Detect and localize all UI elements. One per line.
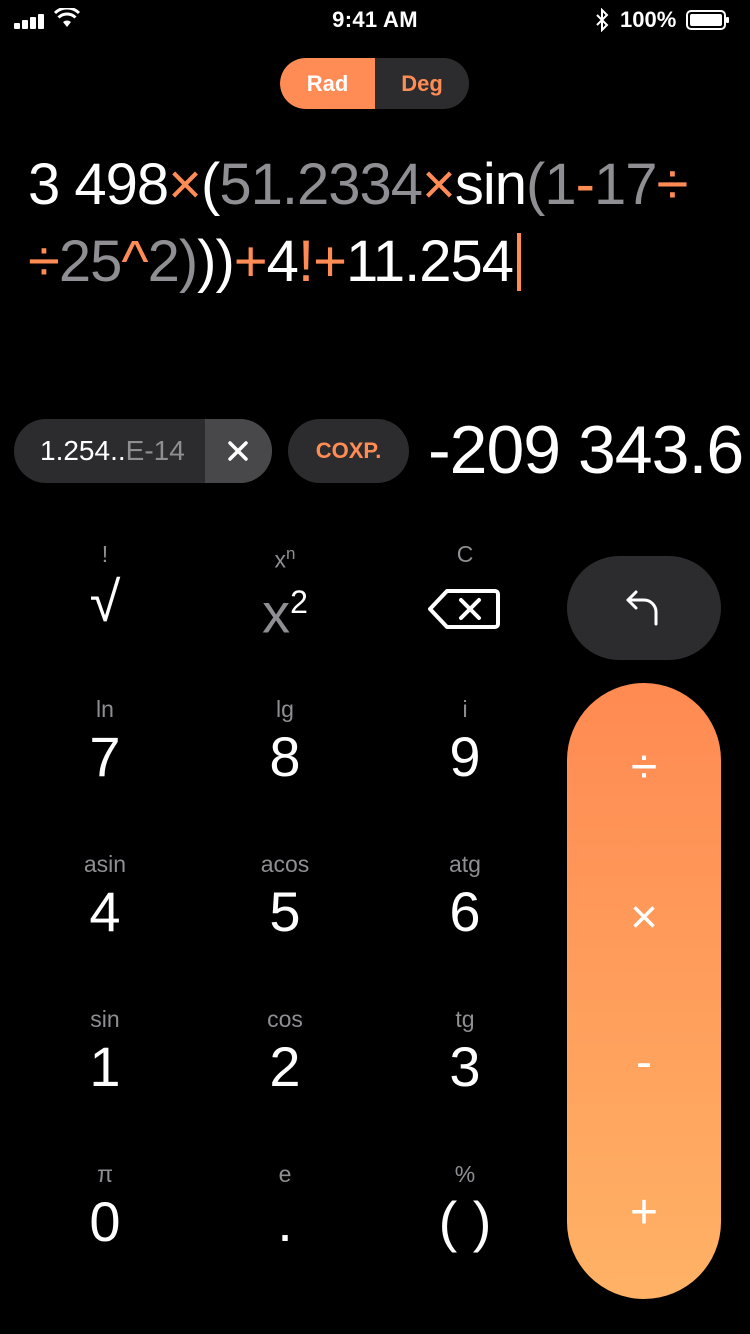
square-key[interactable]: xn x2 (205, 540, 365, 660)
bluetooth-icon (596, 8, 609, 32)
expression-token: × (422, 152, 456, 217)
key-8[interactable]: lg 8 (205, 695, 365, 815)
expression-line-2: ÷25^2)))+4!+11.254 (28, 223, 728, 300)
expression-token: - (575, 152, 595, 217)
memory-value-exponent: E-14 (125, 435, 185, 466)
expression-token: 2) (147, 229, 199, 294)
memory-clear-button[interactable] (205, 419, 272, 483)
key-5[interactable]: acos 5 (205, 850, 365, 970)
digit-8: 8 (269, 725, 301, 788)
expression-token: ^ (121, 229, 148, 294)
result-value: -209 343.6 (428, 412, 744, 488)
cos-label: cos (267, 1006, 303, 1032)
expression-token: ÷ (28, 229, 60, 294)
key-6[interactable]: atg 6 (385, 850, 545, 970)
key-1[interactable]: sin 1 (25, 1005, 185, 1125)
expression-token: 4 (266, 229, 299, 294)
expression-token: ÷ (656, 152, 688, 217)
mode-deg-button[interactable]: Deg (375, 58, 469, 109)
percent-label: % (454, 1161, 476, 1187)
digit-4: 4 (89, 880, 121, 943)
undo-arrow-icon (626, 590, 658, 626)
key-7[interactable]: ln 7 (25, 695, 185, 815)
square-label: x2 (262, 581, 308, 645)
status-bar: 9:41 AM 100% (0, 0, 750, 40)
sqrt-label: √ (89, 570, 121, 633)
key-2[interactable]: cos 2 (205, 1005, 365, 1125)
digit-9: 9 (449, 725, 481, 788)
key-3[interactable]: tg 3 (385, 1005, 545, 1125)
expression-token: ( (201, 152, 220, 217)
digit-2: 2 (269, 1035, 301, 1098)
e-label: e (278, 1161, 292, 1187)
key-9[interactable]: i 9 (385, 695, 545, 815)
parentheses: ( ) (438, 1190, 492, 1253)
divide-button[interactable]: ÷ (567, 733, 721, 803)
key-0[interactable]: π 0 (25, 1160, 185, 1280)
expression-token: + (313, 229, 347, 294)
expression-token: 51.2334 (219, 152, 423, 217)
expression-token: ( (526, 152, 545, 217)
backspace-icon (428, 589, 500, 629)
expression-token: 1 (544, 152, 576, 217)
operator-column: ÷ × - + (567, 683, 721, 1299)
expression-token: + (233, 229, 268, 294)
battery-percent: 100% (620, 7, 677, 32)
expression-token: × (168, 152, 202, 217)
digit-5: 5 (269, 880, 301, 943)
sin-label: sin (90, 1006, 120, 1032)
expression-display[interactable]: 3 498×(51.2334×sin(1-17÷ ÷25^2)))+4!+11.… (28, 146, 728, 300)
expression-token: 11.254 (345, 229, 514, 294)
key-decimal[interactable]: e . (205, 1160, 365, 1280)
text-cursor (517, 233, 522, 291)
acos-label: acos (260, 851, 310, 877)
digit-6: 6 (449, 880, 481, 943)
expression-token: )) (197, 229, 235, 294)
power-n-label: xn (274, 544, 296, 573)
expression-token: ! (297, 229, 314, 294)
memory-value-main: 1.254.. (40, 435, 126, 466)
minus-button[interactable]: - (567, 1028, 721, 1098)
digit-7: 7 (89, 725, 121, 788)
digit-0: 0 (89, 1190, 121, 1253)
sqrt-key[interactable]: ! √ (25, 540, 185, 660)
expression-token: 3 498 (28, 152, 169, 217)
expression-line-1: 3 498×(51.2334×sin(1-17÷ (28, 146, 728, 223)
multiply-button[interactable]: × (567, 883, 721, 953)
i-label: i (462, 696, 468, 722)
digit-1: 1 (89, 1035, 121, 1098)
key-parentheses[interactable]: % ( ) (385, 1160, 545, 1280)
factorial-label: ! (101, 541, 109, 567)
angle-mode-toggle: Rad Deg (280, 58, 469, 109)
close-icon (228, 441, 248, 461)
battery-icon (686, 10, 729, 30)
expression-token: 17 (593, 152, 658, 217)
plus-button[interactable]: + (567, 1178, 721, 1248)
decimal-point: . (277, 1190, 293, 1253)
digit-3: 3 (449, 1035, 481, 1098)
key-4[interactable]: asin 4 (25, 850, 185, 970)
asin-label: asin (83, 851, 127, 877)
lg-label: lg (276, 696, 294, 722)
ln-label: ln (96, 696, 114, 722)
tg-label: tg (455, 1006, 475, 1032)
clear-label: C (456, 541, 474, 567)
atg-label: atg (449, 851, 481, 877)
backspace-key[interactable]: C (385, 540, 545, 660)
pi-label: π (97, 1161, 113, 1187)
coxp-button[interactable]: COXP. (288, 419, 409, 483)
memory-value: 1.254..E-14 (40, 419, 185, 483)
mode-rad-button[interactable]: Rad (280, 58, 375, 109)
expression-token: sin (454, 152, 527, 217)
expression-token: 25 (58, 229, 123, 294)
memory-chip[interactable]: 1.254..E-14 (14, 419, 272, 483)
undo-button[interactable] (567, 556, 721, 660)
